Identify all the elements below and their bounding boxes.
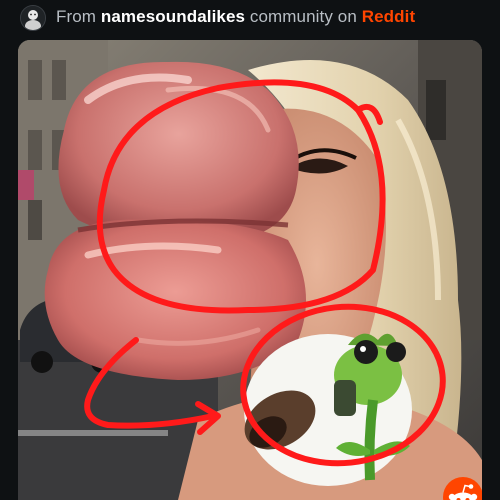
source-prefix: From (56, 7, 101, 26)
post-image[interactable] (18, 40, 482, 500)
post-header: From namesoundalikes community on Reddit (0, 0, 500, 36)
reddit-snoo-icon (442, 476, 482, 500)
meme-image (18, 40, 482, 500)
community-avatar-icon[interactable] (20, 5, 46, 31)
community-name-link[interactable]: namesoundalikes (101, 7, 245, 26)
source-middle: community on (245, 7, 362, 26)
post-source-line: From namesoundalikes community on Reddit (56, 7, 415, 27)
platform-name-link[interactable]: Reddit (362, 7, 415, 26)
